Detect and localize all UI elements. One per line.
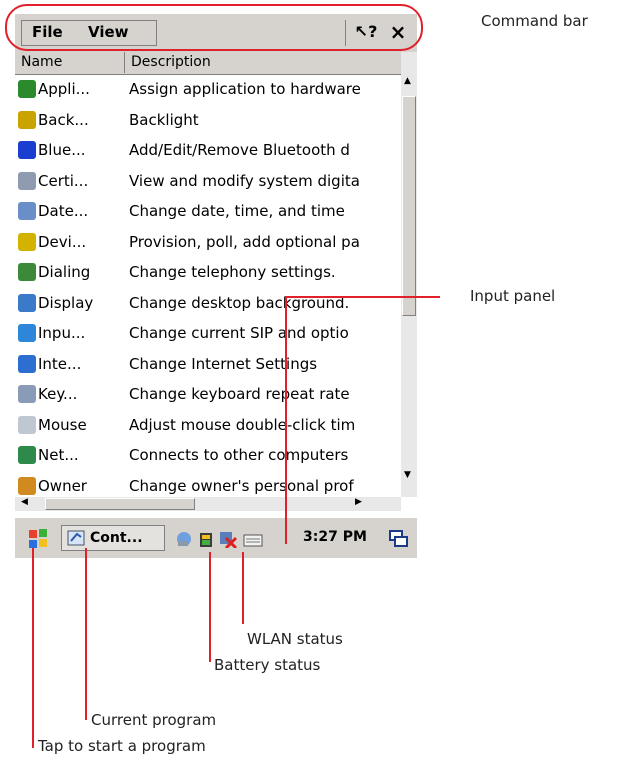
horizontal-scroll-thumb[interactable]	[45, 498, 195, 510]
input-panel-leader-h	[285, 296, 440, 298]
item-description: Provision, poll, add optional pa	[129, 232, 360, 251]
current-program-button[interactable]: Cont...	[61, 525, 165, 551]
list-item[interactable]: Dialing Change telephony settings.	[15, 258, 401, 286]
item-description: Backlight	[129, 110, 199, 129]
list-item[interactable]: Back... Backlight	[15, 106, 401, 134]
list-item[interactable]: Date... Change date, time, and time	[15, 197, 401, 225]
input-panel-icon	[18, 324, 36, 342]
dialing-icon	[18, 263, 36, 281]
list-header: Name Description	[15, 52, 401, 75]
display-icon	[18, 293, 36, 312]
item-description: Change keyboard repeat rate	[129, 385, 350, 403]
item-name: Inpu...	[38, 324, 86, 342]
bluetooth-icon	[18, 141, 36, 159]
item-name: Date...	[38, 202, 89, 220]
current-program-label: Cont...	[90, 530, 143, 546]
taskbar: Cont... 3:27 PM	[15, 517, 417, 558]
item-description: Assign application to hardware	[129, 80, 361, 98]
item-name: Certi...	[38, 171, 89, 190]
item-name: Net...	[38, 446, 79, 464]
list-item[interactable]: Key... Change keyboard repeat rate	[15, 380, 401, 408]
certificates-icon	[18, 171, 36, 190]
list-item[interactable]: Display Change desktop background.	[15, 289, 401, 317]
item-description: Connects to other computers	[129, 446, 349, 464]
list-item[interactable]: Blue... Add/Edit/Remove Bluetooth d	[15, 136, 401, 164]
backlight-icon	[18, 110, 36, 129]
item-name: Back...	[38, 110, 89, 129]
item-name: Display	[38, 293, 94, 312]
item-description: Change owner's personal prof	[129, 476, 354, 495]
item-name: Blue...	[38, 141, 86, 159]
item-name: Appli...	[38, 80, 90, 98]
scroll-up-icon[interactable]: ▲	[404, 76, 411, 86]
list-item[interactable]: Owner Change owner's personal prof	[15, 472, 401, 500]
item-name: Devi...	[38, 232, 87, 251]
item-description: Change Internet Settings	[129, 354, 318, 373]
mouse-icon	[18, 415, 36, 434]
start-leader	[32, 548, 34, 748]
control-panel-window: File View ↖? × Name Description Appli...…	[15, 14, 417, 564]
item-name: Dialing	[38, 263, 91, 281]
list-item[interactable]: Mouse Adjust mouse double-click tim	[15, 411, 401, 439]
vertical-scrollbar[interactable]: ▲ ▼	[401, 52, 417, 497]
network-icon	[18, 446, 36, 464]
device-management-icon	[18, 232, 36, 251]
scroll-down-icon[interactable]: ▼	[404, 470, 411, 480]
windows-flag-icon	[29, 529, 47, 548]
item-description: Change current SIP and optio	[129, 324, 349, 342]
battery-status-icon[interactable]	[198, 530, 214, 548]
item-description: Adjust mouse double-click tim	[129, 415, 356, 434]
clock[interactable]: 3:27 PM	[303, 529, 367, 545]
column-header-name[interactable]: Name	[15, 52, 125, 73]
item-description: Add/Edit/Remove Bluetooth d	[129, 141, 350, 159]
callout-battery-status: Battery status	[214, 656, 321, 674]
start-button[interactable]	[27, 528, 49, 550]
keyboard-icon	[18, 385, 36, 403]
control-panel-list: Appli... Assign application to hardware Ba…	[15, 75, 401, 509]
list-item[interactable]: Net... Connects to other computers	[15, 441, 401, 469]
scroll-right-icon[interactable]: ▶	[355, 497, 362, 507]
list-item[interactable]: Devi... Provision, poll, add optional pa	[15, 228, 401, 256]
keyboard-icon[interactable]	[243, 530, 263, 548]
date-time-icon	[18, 202, 36, 220]
item-description: Change telephony settings.	[129, 263, 336, 281]
callout-current-program: Current program	[91, 711, 217, 729]
item-name: Owner	[38, 476, 87, 495]
list-item[interactable]: Certi... View and modify system digita	[15, 167, 401, 195]
callout-start: Tap to start a program	[38, 737, 206, 755]
item-name: Inte...	[38, 354, 82, 373]
list-item[interactable]: Inpu... Change current SIP and optio	[15, 319, 401, 347]
battery-leader	[209, 552, 211, 662]
desktop-icon[interactable]	[389, 530, 409, 548]
callout-wlan-status: WLAN status	[247, 630, 343, 648]
network-tray-icon[interactable]	[175, 530, 193, 548]
horizontal-scrollbar[interactable]: ◀ ▶	[15, 497, 401, 511]
vertical-scroll-thumb[interactable]	[402, 96, 416, 316]
callout-command-bar: Command bar	[481, 12, 588, 30]
scroll-left-icon[interactable]: ◀	[21, 497, 28, 507]
callout-input-panel: Input panel	[470, 287, 556, 305]
list-item[interactable]: Inte... Change Internet Settings	[15, 350, 401, 378]
item-name: Mouse	[38, 415, 87, 434]
wlan-status-icon[interactable]	[218, 530, 238, 548]
owner-icon	[18, 476, 36, 495]
internet-options-icon	[18, 354, 36, 373]
command-bar-highlight	[5, 4, 423, 51]
applications-icon	[18, 80, 36, 98]
item-description: Change date, time, and time	[129, 202, 345, 220]
column-header-description[interactable]: Description	[125, 52, 401, 73]
input-panel-leader-v	[285, 296, 287, 544]
wlan-leader	[242, 552, 244, 624]
list-item[interactable]: Appli... Assign application to hardware	[15, 75, 401, 103]
item-description: View and modify system digita	[129, 171, 360, 190]
current-program-leader	[85, 548, 87, 720]
item-name: Key...	[38, 385, 78, 403]
control-panel-icon	[67, 530, 85, 546]
